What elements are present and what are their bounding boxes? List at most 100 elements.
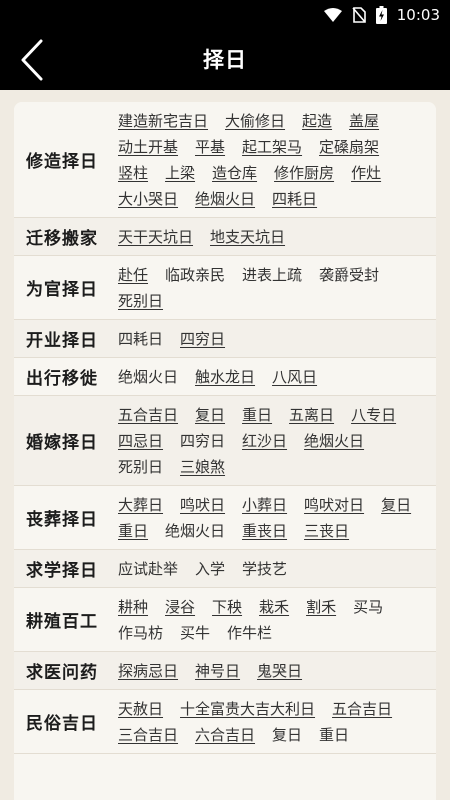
category-row: 求医问药 探病忌日 神号日 鬼哭日: [14, 652, 436, 690]
date-rule-link[interactable]: 重日: [242, 402, 272, 428]
date-rule-link[interactable]: 六合吉日: [195, 722, 255, 748]
category-row: 耕殖百工 耕种 浸谷 下秧 栽禾 割禾 买马 作马枋 买牛 作牛栏: [14, 588, 436, 652]
category-row: 出行移徙 绝烟火日 触水龙日 八风日: [14, 358, 436, 396]
category-row: 丧葬择日 大葬日 鸣吠日 小葬日 鸣吠对日 复日 重日 绝烟火日 重丧日 三丧日: [14, 486, 436, 550]
category-name: 求医问药: [26, 663, 98, 683]
date-rule-text: 绝烟火日: [118, 368, 179, 386]
category-name: 求学择日: [26, 561, 98, 581]
date-rule-link[interactable]: 死别日: [118, 288, 163, 314]
date-rule-link[interactable]: 五合吉日: [118, 402, 178, 428]
date-rule-link[interactable]: 鬼哭日: [257, 658, 302, 684]
date-rule-text: 四耗日: [118, 330, 164, 348]
category-items: 应试赴举 入学 学技艺: [118, 550, 436, 587]
date-rule-link[interactable]: 栽禾: [259, 594, 289, 620]
date-rule-link[interactable]: 三丧日: [304, 518, 349, 544]
date-rule-link[interactable]: 五离日: [289, 402, 334, 428]
category-row: 开业择日 四耗日 四穷日: [14, 320, 436, 358]
date-rule-link[interactable]: 造仓库: [212, 160, 257, 186]
date-rule-link[interactable]: 四穷日: [180, 326, 225, 352]
status-time: 10:03: [396, 6, 440, 24]
date-rule-link[interactable]: 建造新宅吉日: [118, 108, 208, 134]
date-rule-link[interactable]: 大小哭日: [118, 186, 178, 212]
status-bar: 10:03: [0, 0, 450, 30]
category-items: 绝烟火日 触水龙日 八风日: [118, 358, 436, 395]
category-name: 丧葬择日: [26, 510, 98, 530]
category-name: 婚嫁择日: [26, 433, 98, 453]
category-name: 为官择日: [26, 280, 98, 300]
category-items: 大葬日 鸣吠日 小葬日 鸣吠对日 复日 重日 绝烟火日 重丧日 三丧日: [118, 486, 436, 549]
date-rule-link[interactable]: 大偷修日: [225, 108, 285, 134]
date-rule-link[interactable]: 触水龙日: [195, 364, 255, 390]
date-rule-text: 作牛栏: [227, 624, 273, 642]
category-row: 迁移搬家 天干天坑日 地支天坑日: [14, 218, 436, 256]
date-rule-text: 买马: [353, 598, 384, 616]
date-rule-link[interactable]: 探病忌日: [118, 658, 178, 684]
date-rule-link[interactable]: 浸谷: [165, 594, 195, 620]
date-rule-link[interactable]: 绝烟火日: [195, 186, 255, 212]
category-items: 天赦日 十全富贵大吉大利日 五合吉日 三合吉日 六合吉日 复日 重日: [118, 690, 436, 753]
date-rule-link[interactable]: 赴任: [118, 262, 148, 288]
category-name: 出行移徙: [26, 369, 98, 389]
wifi-icon: [323, 8, 342, 22]
category-row: 修造择日 建造新宅吉日 大偷修日 起造 盖屋 动土开基 平基 起工架马 定磉扇架 竖柱 上梁 造仓库修…: [14, 102, 436, 218]
date-rule-text: 死别日: [118, 458, 164, 476]
date-rule-text: 临政亲民: [165, 266, 226, 284]
category-row: 为官择日 赴任 临政亲民 进表上疏 袭爵受封死别日: [14, 256, 436, 320]
date-rule-link[interactable]: 三合吉日: [118, 722, 178, 748]
back-button[interactable]: [10, 34, 54, 86]
date-rule-link[interactable]: 复日: [381, 492, 411, 518]
date-rule-link[interactable]: 起造: [302, 108, 332, 134]
category-name: 迁移搬家: [26, 229, 98, 249]
date-rule-link[interactable]: 鸣吠日: [180, 492, 225, 518]
date-rule-text: 入学: [195, 560, 226, 578]
date-rule-link[interactable]: 割禾: [306, 594, 336, 620]
date-rule-link[interactable]: 竖柱: [118, 160, 148, 186]
date-rule-link[interactable]: 动土开基: [118, 134, 178, 160]
date-rule-link[interactable]: 八专日: [351, 402, 396, 428]
date-rule-link[interactable]: 复日: [195, 402, 225, 428]
date-rule-link[interactable]: 起工架马: [242, 134, 302, 160]
date-rule-link[interactable]: 上梁: [165, 160, 195, 186]
category-items: 赴任 临政亲民 进表上疏 袭爵受封死别日: [118, 256, 436, 319]
date-rule-link[interactable]: 下秧: [212, 594, 242, 620]
category-items: 建造新宅吉日 大偷修日 起造 盖屋动土开基 平基 起工架马 定磉扇架竖柱 上梁 造仓库 修作厨房作…: [118, 102, 436, 217]
date-rule-link[interactable]: 天赦日: [118, 696, 163, 722]
date-rule-link[interactable]: 大葬日: [118, 492, 163, 518]
date-rule-link[interactable]: 四耗日: [272, 186, 317, 212]
category-row: 求学择日 应试赴举 入学 学技艺: [14, 550, 436, 588]
date-rule-text: 作马枋: [118, 624, 164, 642]
date-rule-link[interactable]: 五合吉日: [332, 696, 392, 722]
category-list: 修造择日 建造新宅吉日 大偷修日 起造 盖屋 动土开基 平基 起工架马 定磉扇架 竖柱 上梁 造仓库修…: [14, 102, 436, 800]
category-items: 五合吉日 复日 重日 五离日 八专日 四忌日 四穷日 红沙日 绝烟火日 死别日 三娘煞: [118, 396, 436, 485]
category-items: 探病忌日 神号日 鬼哭日: [118, 652, 436, 689]
date-rule-link[interactable]: 耕种: [118, 594, 148, 620]
app-bar: 择日: [0, 30, 450, 90]
date-rule-text: 袭爵受封: [319, 266, 380, 284]
date-rule-link[interactable]: 小葬日: [242, 492, 287, 518]
back-arrow-icon: [21, 39, 43, 81]
date-rule-link[interactable]: 地支天坑日: [210, 224, 285, 250]
page-title: 择日: [203, 48, 247, 72]
date-rule-link[interactable]: 神号日: [195, 658, 240, 684]
date-rule-link[interactable]: 修作厨房: [274, 160, 334, 186]
battery-charging-icon: [375, 6, 387, 24]
date-rule-link[interactable]: 重丧日: [242, 518, 287, 544]
date-rule-link[interactable]: 作灶: [351, 160, 381, 186]
category-items: 天干天坑日 地支天坑日: [118, 218, 436, 255]
date-rule-link[interactable]: 绝烟火日: [304, 428, 364, 454]
date-rule-link[interactable]: 平基: [195, 134, 225, 160]
date-rule-text: 进表上疏: [242, 266, 303, 284]
date-rule-link[interactable]: 红沙日: [242, 428, 287, 454]
date-rule-link[interactable]: 四忌日: [118, 428, 163, 454]
date-rule-text: 应试赴举: [118, 560, 179, 578]
date-rule-link[interactable]: 盖屋: [349, 108, 379, 134]
category-row: 婚嫁择日 五合吉日 复日 重日 五离日 八专日 四忌日 四穷日 红沙日 绝烟火日 死别日 三娘煞: [14, 396, 436, 486]
date-rule-link[interactable]: 天干天坑日: [118, 224, 193, 250]
date-rule-link[interactable]: 八风日: [272, 364, 317, 390]
date-rule-link[interactable]: 十全富贵大吉大利日: [180, 696, 315, 722]
date-rule-link[interactable]: 鸣吠对日: [304, 492, 364, 518]
category-name: 开业择日: [26, 331, 98, 351]
date-rule-link[interactable]: 重日: [118, 518, 148, 544]
date-rule-link[interactable]: 三娘煞: [180, 454, 225, 480]
date-rule-link[interactable]: 定磉扇架: [319, 134, 379, 160]
